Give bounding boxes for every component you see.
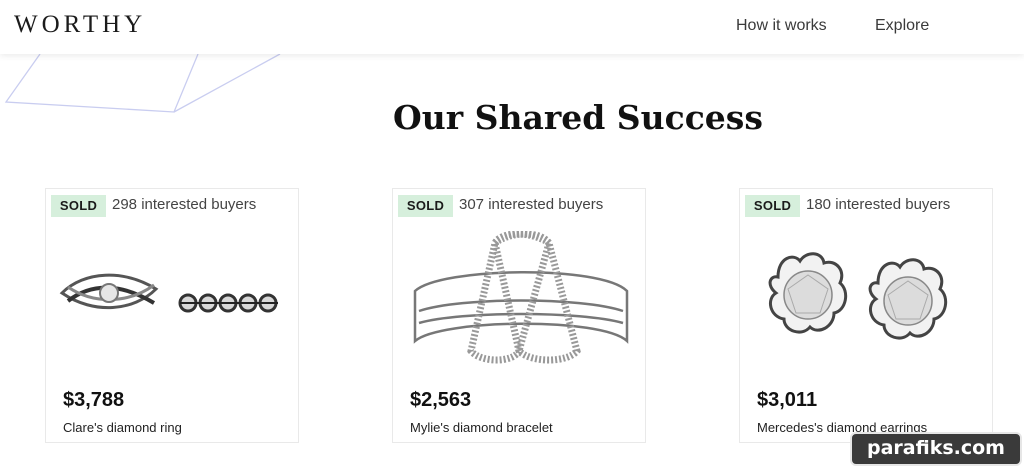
interested-buyers: 180 interested buyers xyxy=(806,196,951,213)
diamond-bracelet-image xyxy=(413,231,629,364)
nav-explore[interactable]: Explore xyxy=(875,17,929,35)
watermark-badge: parafiks.com xyxy=(850,432,1022,466)
interested-buyers: 298 interested buyers xyxy=(112,196,257,213)
product-name[interactable]: Clare's diamond ring xyxy=(63,420,182,435)
product-card[interactable]: SOLD 307 interested buyers $2,563 Mylie'… xyxy=(392,188,646,443)
sold-badge: SOLD xyxy=(745,195,800,217)
product-card[interactable]: SOLD 180 interested buyers $3,011 Merced… xyxy=(739,188,993,443)
background-decoration xyxy=(4,54,281,113)
product-card[interactable]: SOLD 298 interested buyers $3,788 Clare'… xyxy=(45,188,299,443)
nav-how-it-works[interactable]: How it works xyxy=(736,17,827,35)
interested-buyers: 307 interested buyers xyxy=(459,196,604,213)
site-header: WORTHY How it works Explore xyxy=(0,0,1024,54)
sold-badge: SOLD xyxy=(398,195,453,217)
product-name[interactable]: Mylie's diamond bracelet xyxy=(410,420,553,435)
price: $3,011 xyxy=(757,389,818,411)
worthy-logo[interactable]: WORTHY xyxy=(14,11,146,39)
price: $2,563 xyxy=(410,389,472,411)
diamond-ring-image xyxy=(59,273,278,313)
diamond-earrings-image xyxy=(768,252,948,340)
sold-badge: SOLD xyxy=(51,195,106,217)
price: $3,788 xyxy=(63,389,125,411)
